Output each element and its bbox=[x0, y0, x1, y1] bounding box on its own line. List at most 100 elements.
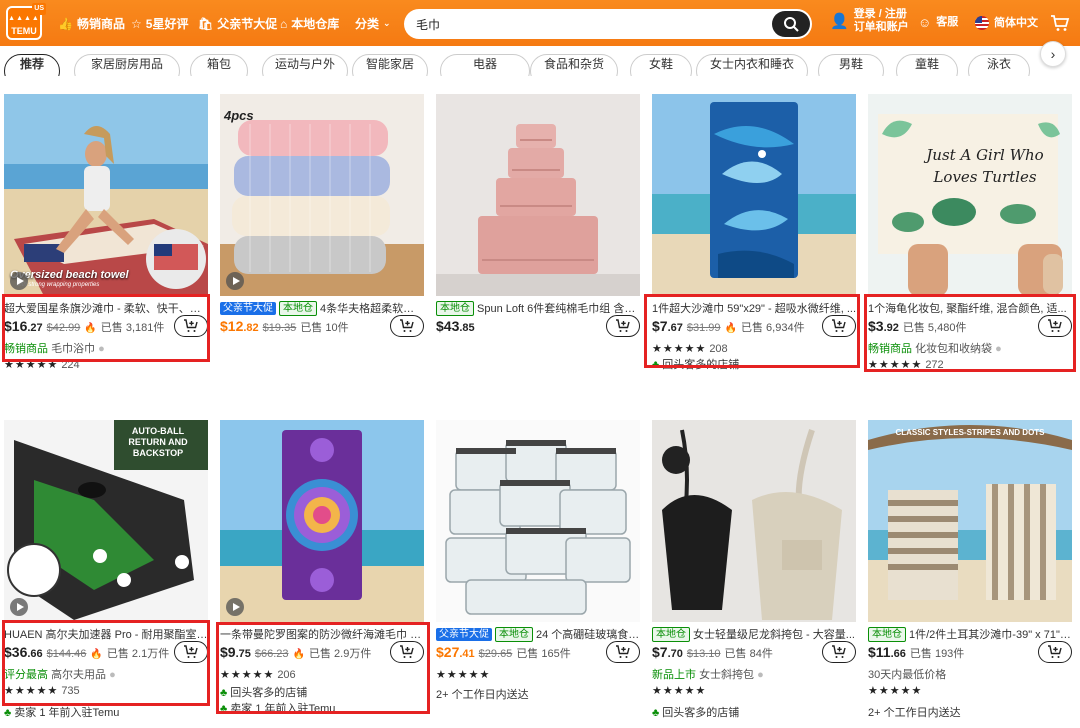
add-to-cart-button[interactable] bbox=[390, 641, 424, 663]
add-to-cart-button[interactable] bbox=[606, 315, 640, 337]
product-image[interactable]: Oversized beach towel with strong wrappi… bbox=[4, 94, 208, 296]
local-warehouse-badge: 本地仓 bbox=[279, 300, 317, 316]
local-warehouse-badge: 本地仓 bbox=[495, 626, 533, 642]
tag-highlight[interactable]: 评分最高 bbox=[4, 669, 48, 681]
product-title[interactable]: 一条带曼陀罗图案的防沙微纤海滩毛巾 - ... bbox=[220, 626, 424, 642]
play-video-icon[interactable] bbox=[226, 598, 244, 616]
account-menu[interactable]: 👤 登录 / 注册 订单和账户 bbox=[830, 8, 909, 34]
product-title[interactable]: 父亲节大促 本地仓 24 个高硼硅玻璃食品储... bbox=[436, 626, 640, 642]
product-image[interactable]: Just A Girl Who Loves Turtles bbox=[868, 94, 1072, 296]
product-title[interactable]: 本地仓 1件/2件土耳其沙滩巾-39" x 71"/... bbox=[868, 626, 1072, 642]
category-chip[interactable]: 女士内衣和睡衣 bbox=[696, 54, 808, 76]
chevron-right-icon[interactable]: › bbox=[1040, 41, 1066, 67]
image-caption: AUTO-BALL RETURN AND BACKSTOP bbox=[128, 426, 188, 458]
seller-info: ♣ 卖家 1 年前入驻Temu bbox=[220, 700, 335, 716]
temu-logo[interactable]: US ▲▲▲▲ TEMU bbox=[6, 3, 46, 40]
product-card[interactable]: 本地仓 女士轻量级尼龙斜挎包 - 大容量... $7.70 $13.10 已售 … bbox=[652, 420, 856, 720]
category-chip[interactable]: 箱包 bbox=[190, 54, 248, 76]
tag-category[interactable]: 化妆包和收纳袋 bbox=[915, 343, 992, 355]
price-int: $12 bbox=[220, 318, 244, 334]
rating-count: 272 bbox=[925, 359, 944, 371]
product-card[interactable]: Just A Girl Who Loves Turtles 1个海龟化妆包, 聚… bbox=[868, 94, 1072, 404]
nav-label: 畅销商品 bbox=[76, 17, 125, 31]
nav-bestsellers[interactable]: 👍 畅销商品 bbox=[58, 15, 125, 32]
category-chip[interactable]: 家居厨房用品 bbox=[74, 54, 180, 76]
nav-five-star[interactable]: ☆ 5星好评 bbox=[131, 15, 188, 32]
product-image[interactable]: CLASSIC STYLES-STRIPES AND DOTS bbox=[868, 420, 1072, 622]
play-video-icon[interactable] bbox=[10, 598, 28, 616]
add-to-cart-button[interactable] bbox=[174, 641, 208, 663]
product-tags: 新品上市 女士斜挎包 ● bbox=[652, 666, 856, 682]
search-button[interactable] bbox=[772, 11, 810, 37]
play-video-icon[interactable] bbox=[10, 272, 28, 290]
product-image[interactable] bbox=[652, 420, 856, 622]
tag-category[interactable]: 高尔夫用品 bbox=[51, 669, 106, 681]
product-image[interactable] bbox=[652, 94, 856, 296]
nav-local-warehouse[interactable]: ⌂ 本地仓库 bbox=[280, 15, 339, 32]
nav-categories[interactable]: 分类 ⌄ bbox=[355, 15, 391, 32]
product-title[interactable]: 父亲节大促 本地仓 4条华夫格超柔软浴巾, ... bbox=[220, 300, 424, 316]
tag-category[interactable]: 女士斜挎包 bbox=[699, 669, 754, 681]
product-card[interactable]: 4pcs 父亲节大促 本地仓 4条华夫格超柔软浴巾, ... $12.82 $1… bbox=[220, 94, 424, 404]
product-card[interactable]: 一条带曼陀罗图案的防沙微纤海滩毛巾 - ... $9.75 $66.23 🔥 已… bbox=[220, 420, 424, 720]
product-image[interactable]: AUTO-BALL RETURN AND BACKSTOP bbox=[4, 420, 208, 622]
gift-icon: 🛍 bbox=[198, 16, 214, 31]
category-chip[interactable]: 童鞋 bbox=[896, 54, 958, 76]
add-to-cart-button[interactable] bbox=[390, 315, 424, 337]
tag-highlight[interactable]: 畅销商品 bbox=[868, 343, 912, 355]
cart-button[interactable] bbox=[1050, 14, 1070, 32]
cart-plus-icon bbox=[616, 645, 630, 658]
category-chip[interactable]: 食品和杂货 bbox=[530, 54, 618, 76]
add-to-cart-button[interactable] bbox=[1038, 315, 1072, 337]
product-card[interactable]: AUTO-BALL RETURN AND BACKSTOP HUAEN 高尔夫加… bbox=[4, 420, 208, 720]
product-title[interactable]: 本地仓 女士轻量级尼龙斜挎包 - 大容量... bbox=[652, 626, 856, 642]
add-to-cart-button[interactable] bbox=[174, 315, 208, 337]
shopping-cart-icon bbox=[1051, 15, 1070, 31]
thumbs-up-icon: 👍 bbox=[58, 16, 73, 31]
play-video-icon[interactable] bbox=[226, 272, 244, 290]
sold-count: 已售 193件 bbox=[909, 648, 965, 660]
product-card[interactable]: CLASSIC STYLES-STRIPES AND DOTS 本地仓 1件/2… bbox=[868, 420, 1072, 720]
add-to-cart-button[interactable] bbox=[1038, 641, 1072, 663]
product-title[interactable]: 超大爱国星条旗沙滩巾 - 柔软、快干、高... bbox=[4, 300, 208, 316]
category-chip[interactable]: 智能家居 bbox=[352, 54, 428, 76]
product-image[interactable] bbox=[220, 420, 424, 622]
logo-text: TEMU bbox=[11, 26, 37, 36]
category-chip[interactable]: 电器 bbox=[440, 54, 530, 76]
price-int: $7 bbox=[652, 644, 668, 660]
product-title[interactable]: HUAEN 高尔夫加速器 Pro - 耐用聚酯室内... bbox=[4, 626, 208, 642]
category-chip[interactable]: 男鞋 bbox=[818, 54, 884, 76]
product-card[interactable]: 父亲节大促 本地仓 24 个高硼硅玻璃食品储... $27.41 $29.65 … bbox=[436, 420, 640, 720]
nav-label: 分类 bbox=[355, 17, 380, 31]
category-chip[interactable]: 女鞋 bbox=[630, 54, 692, 76]
product-image[interactable]: 4pcs bbox=[220, 94, 424, 296]
tag-highlight[interactable]: 畅销商品 bbox=[4, 343, 48, 355]
product-card[interactable]: Oversized beach towel with strong wrappi… bbox=[4, 94, 208, 404]
seller-info-text: 卖家 1 年前入驻Temu bbox=[14, 707, 120, 719]
language-selector[interactable]: 简体中文 bbox=[975, 16, 1038, 30]
search-input[interactable] bbox=[416, 17, 756, 31]
product-card[interactable]: 1件超大沙滩巾 59"x29" - 超吸水微纤维, ... $7.67 $31.… bbox=[652, 94, 856, 404]
price: $36.66 bbox=[4, 644, 43, 660]
product-title[interactable]: 1个海龟化妆包, 聚酯纤维, 混合颜色, 适... bbox=[868, 300, 1072, 316]
tag-category[interactable]: 毛巾浴巾 bbox=[51, 343, 95, 355]
product-title[interactable]: 1件超大沙滩巾 59"x29" - 超吸水微纤维, ... bbox=[652, 300, 856, 316]
price: $7.70 bbox=[652, 644, 683, 660]
product-card[interactable]: 本地仓 Spun Loft 6件套纯棉毛巾组 含浴... $43.85 bbox=[436, 94, 640, 404]
nav-fathers-day[interactable]: 🛍 父亲节大促 bbox=[198, 15, 277, 32]
fathers-day-badge: 父亲节大促 bbox=[436, 627, 492, 641]
category-chip[interactable]: 泳衣 bbox=[968, 54, 1030, 76]
info-icon: ● bbox=[757, 669, 764, 681]
add-to-cart-button[interactable] bbox=[606, 641, 640, 663]
category-chip[interactable]: 运动与户外 bbox=[262, 54, 348, 76]
support-link[interactable]: ☺ 客服 bbox=[918, 16, 958, 29]
add-to-cart-button[interactable] bbox=[822, 315, 856, 337]
tag-highlight[interactable]: 新品上市 bbox=[652, 669, 696, 681]
product-image[interactable] bbox=[436, 420, 640, 622]
product-image[interactable] bbox=[436, 94, 640, 296]
nav-label: 父亲节大促 bbox=[217, 17, 278, 31]
add-to-cart-button[interactable] bbox=[822, 641, 856, 663]
price: $43.85 bbox=[436, 318, 475, 334]
category-chip[interactable]: 推荐 bbox=[4, 54, 60, 76]
product-title[interactable]: 本地仓 Spun Loft 6件套纯棉毛巾组 含浴... bbox=[436, 300, 640, 316]
